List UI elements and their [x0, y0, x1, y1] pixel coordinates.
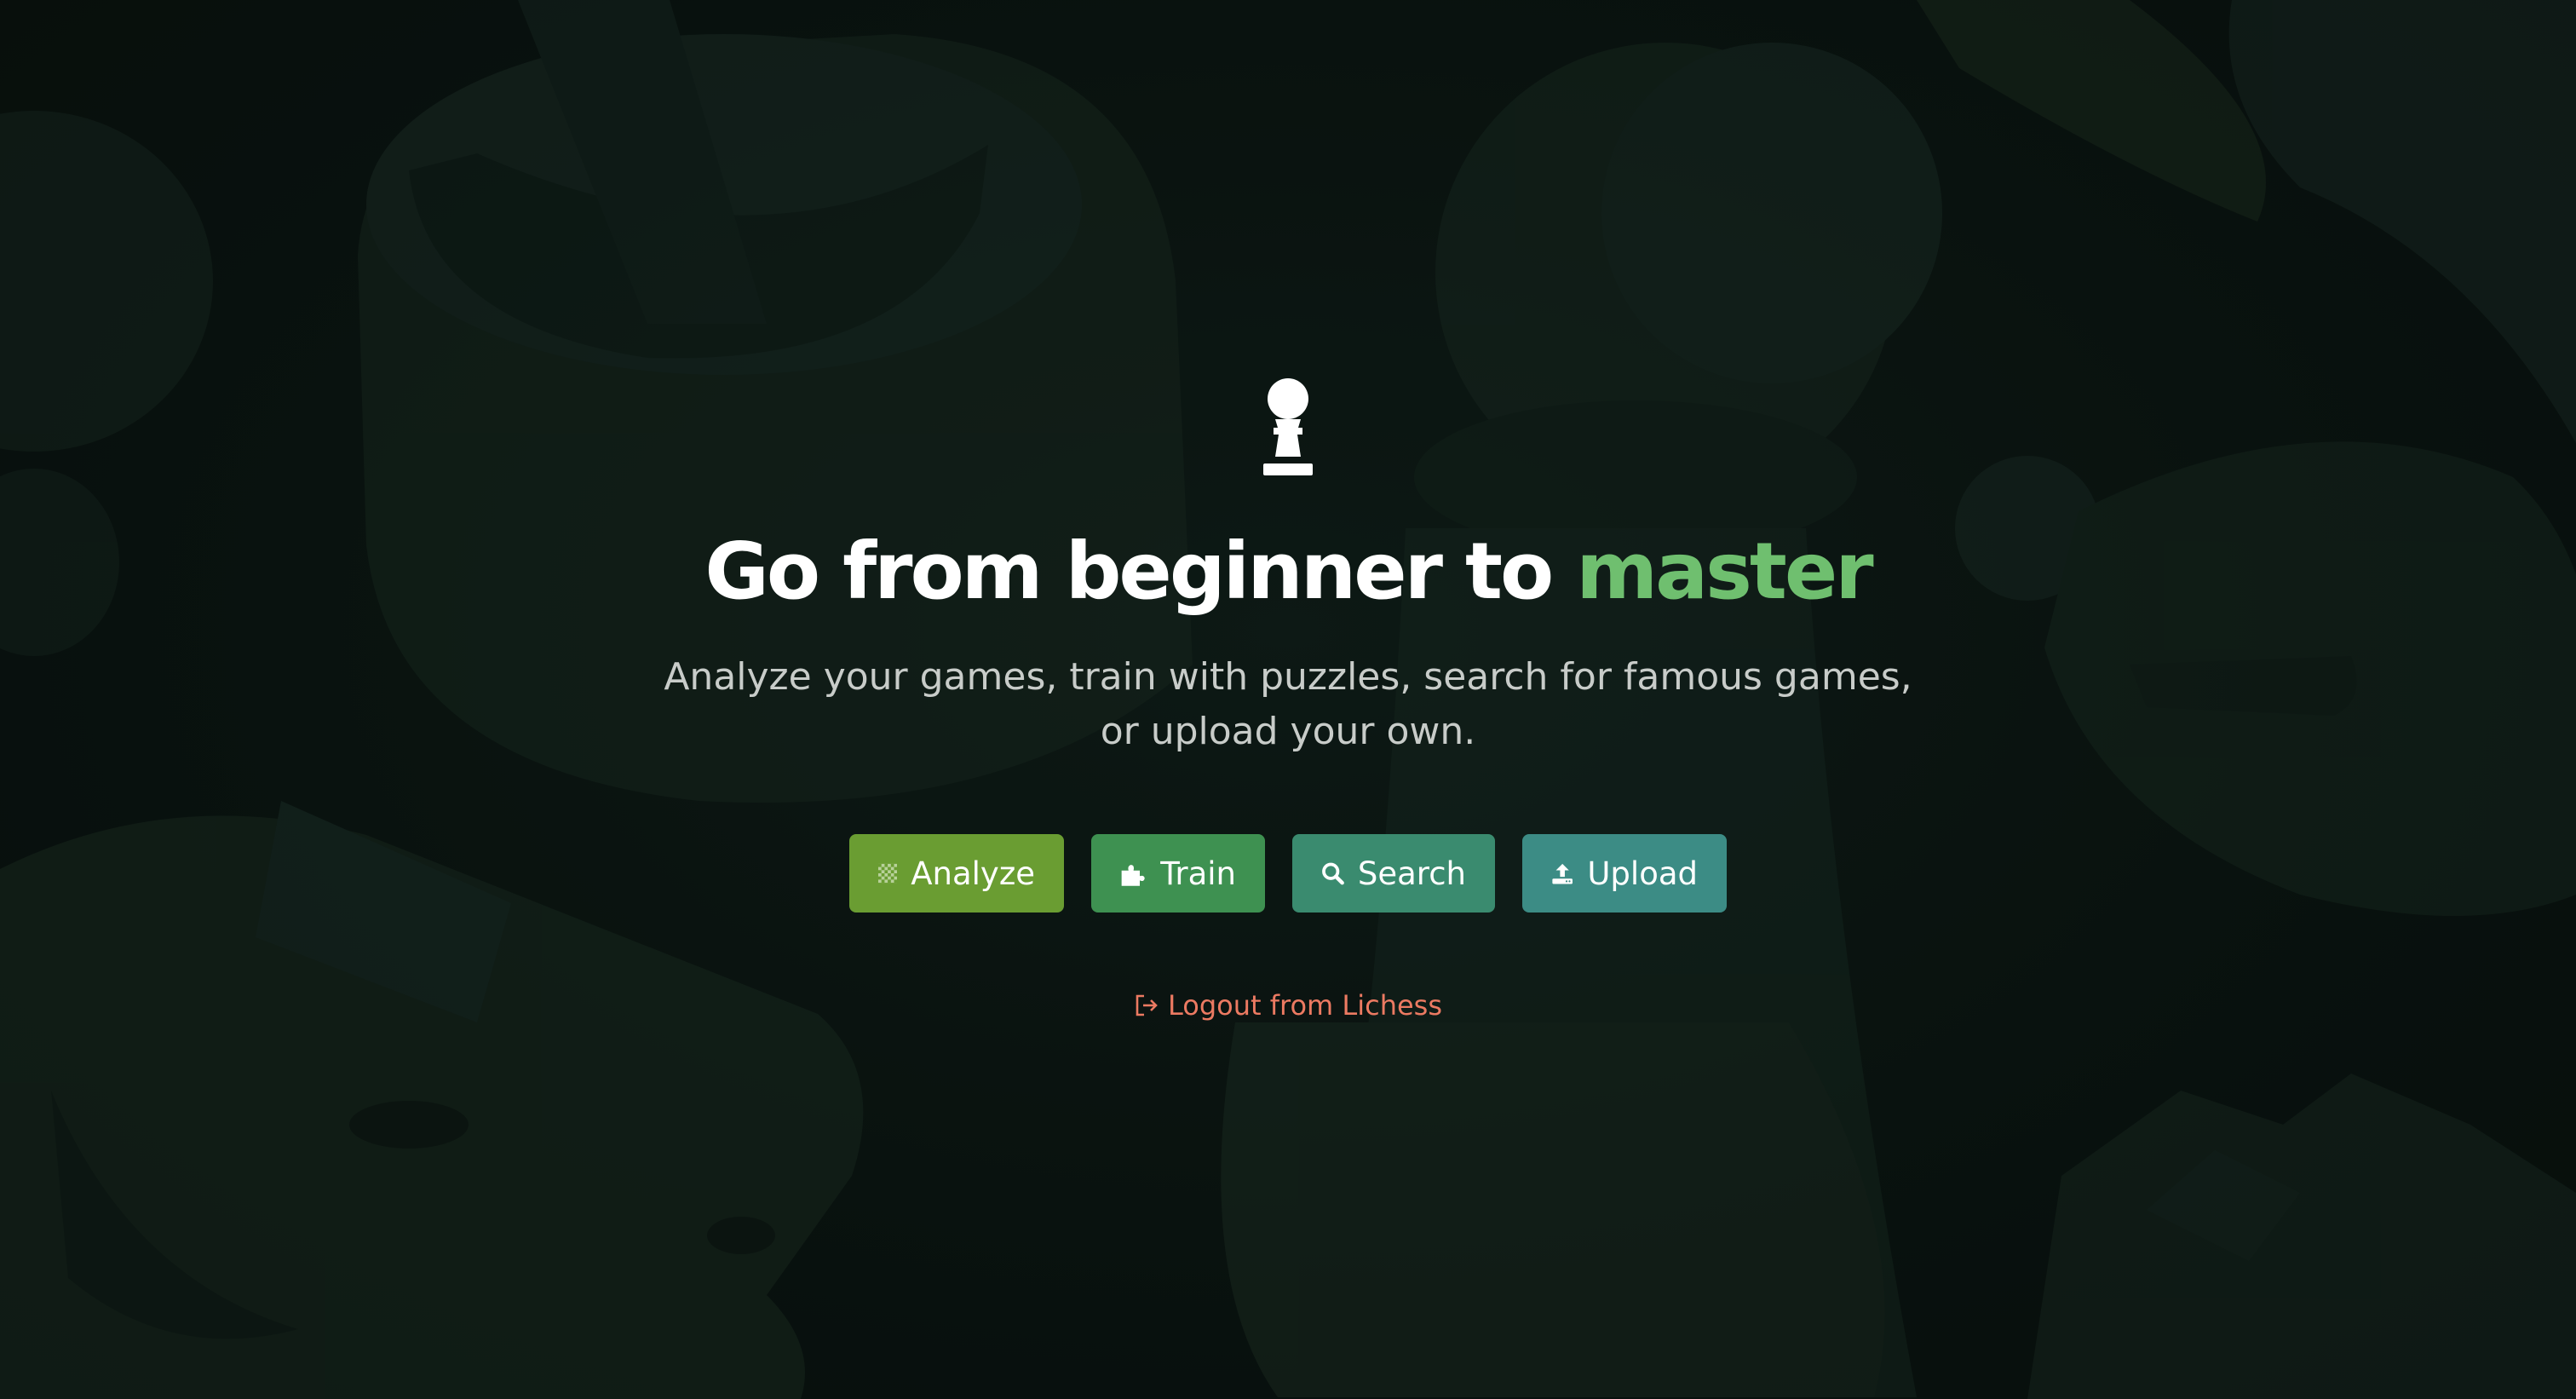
upload-icon: [1552, 864, 1573, 884]
search-button[interactable]: Search: [1292, 834, 1495, 913]
chess-pawn-icon: [1263, 378, 1313, 475]
train-label: Train: [1160, 855, 1236, 892]
search-icon: [1322, 862, 1344, 885]
puzzle-piece-icon: [1121, 865, 1145, 886]
train-button[interactable]: Train: [1091, 834, 1265, 913]
logout-link[interactable]: Logout from Lichess: [1134, 989, 1442, 1022]
analyze-button[interactable]: Analyze: [849, 834, 1064, 913]
landing-page: Go from beginner to master Analyze your …: [0, 0, 2576, 1399]
headline-lead: Go from beginner to: [704, 526, 1577, 617]
page-subtitle: Analyze your games, train with puzzles, …: [664, 655, 1912, 754]
page-title: Go from beginner to master: [704, 526, 1873, 617]
upload-button[interactable]: Upload: [1522, 834, 1727, 913]
upload-label: Upload: [1587, 855, 1698, 892]
checkerboard-icon: [878, 864, 898, 884]
hero-section: Go from beginner to master Analyze your …: [0, 375, 2576, 1022]
logout-icon: [1136, 994, 1158, 1016]
action-buttons: Analyze Train Search Upload: [849, 834, 1727, 913]
logout-label: Logout from Lichess: [1168, 989, 1442, 1022]
headline-accent: master: [1576, 526, 1873, 617]
analyze-label: Analyze: [911, 855, 1035, 892]
search-label: Search: [1357, 855, 1466, 892]
